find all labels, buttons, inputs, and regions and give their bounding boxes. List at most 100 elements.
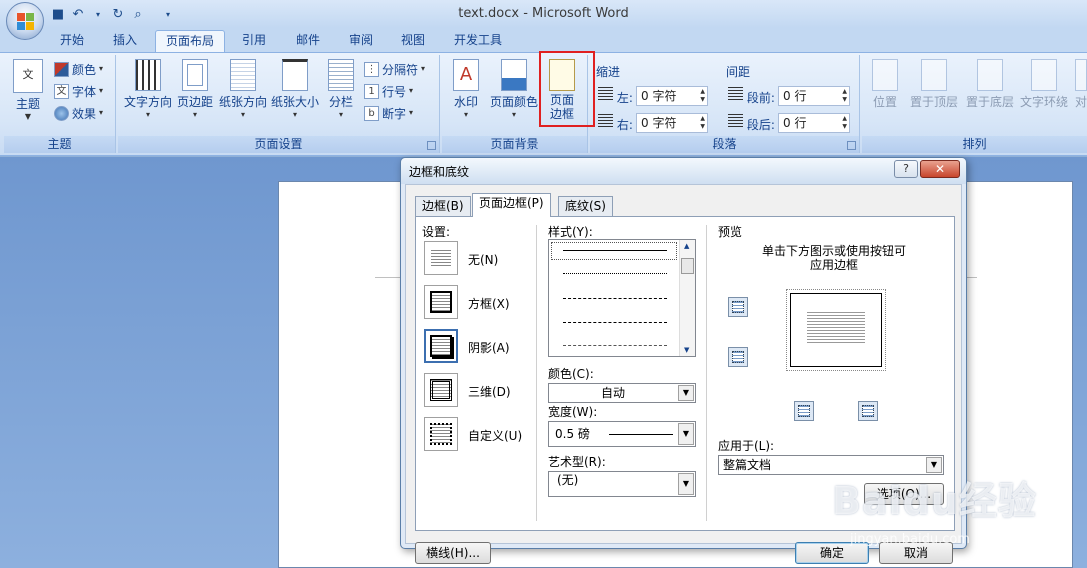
indent-right-label: 右: (598, 114, 633, 133)
top-border-button[interactable] (728, 297, 748, 317)
help-button[interactable]: ? (894, 160, 918, 178)
width-label: 宽度(W): (548, 405, 598, 419)
group-arrange: 位置 置于顶层 置于底层 文字环绕 对 排列 (862, 55, 1087, 153)
chevron-down-icon[interactable]: ▼ (678, 473, 694, 495)
setting-none-label[interactable]: 无(N) (468, 251, 498, 268)
watermark-button[interactable]: A 水印 ▾ (448, 59, 484, 120)
themes-icon: 文 (13, 59, 43, 93)
right-border-button[interactable] (858, 401, 878, 421)
setting-none-icon[interactable] (424, 241, 458, 275)
office-logo-icon (17, 13, 34, 30)
style-dotted[interactable] (563, 273, 667, 274)
art-value: (无) (557, 473, 579, 487)
spacing-after-label: 段后: (728, 114, 775, 133)
theme-colors-button[interactable]: 颜色 ▾ (54, 59, 103, 79)
line-style-list[interactable]: ▲ ▼ (548, 239, 696, 357)
tab-page-border[interactable]: 页面边框(P) (472, 193, 551, 217)
indent-left-label: 左: (598, 87, 633, 106)
style-dashed[interactable] (563, 322, 667, 323)
chevron-down-icon: ▾ (511, 110, 516, 119)
theme-effects-button[interactable]: 效果 ▾ (54, 103, 103, 123)
tab-insert[interactable]: 插入 (103, 30, 147, 52)
tab-page-layout[interactable]: 页面布局 (155, 30, 226, 52)
style-label: 样式(Y): (548, 225, 593, 239)
setting-custom-icon[interactable] (424, 417, 458, 451)
hyphenation-icon: b (364, 105, 379, 121)
send-to-back-button[interactable]: 置于底层 (964, 59, 1016, 110)
tab-home[interactable]: 开始 (50, 30, 94, 52)
breaks-button[interactable]: ⋮ 分隔符 ▾ (364, 59, 425, 79)
group-label-arrange: 排列 (862, 136, 1087, 153)
columns-button[interactable]: 分栏 ▾ (324, 59, 358, 120)
top-border-icon (732, 301, 744, 313)
close-button[interactable]: ✕ (920, 160, 960, 178)
chevron-down-icon[interactable]: ▼ (678, 423, 694, 445)
text-wrapping-button[interactable]: 文字环绕 (1018, 59, 1070, 110)
position-button[interactable]: 位置 (870, 59, 900, 110)
chevron-down-icon: ▾ (192, 110, 197, 119)
color-select[interactable]: 自动 ▼ (548, 383, 696, 403)
paragraph-launcher-icon[interactable] (847, 141, 856, 150)
horizontal-line-button[interactable]: 横线(H)... (415, 542, 491, 564)
page-color-button[interactable]: 页面颜色 ▾ (488, 59, 540, 120)
left-border-button[interactable] (794, 401, 814, 421)
art-select[interactable]: (无) ▼ (548, 471, 696, 497)
tab-developer[interactable]: 开发工具 (444, 30, 512, 52)
tab-view[interactable]: 视图 (391, 30, 435, 52)
margins-label: 页边距 (176, 95, 213, 109)
office-button[interactable] (6, 2, 44, 40)
scroll-thumb[interactable] (681, 258, 694, 274)
align-button[interactable]: 对 (1074, 59, 1087, 110)
send-to-back-icon (977, 59, 1003, 91)
spacing-after-input[interactable]: 0 行 (778, 113, 850, 133)
style-solid[interactable] (563, 250, 667, 251)
hyphenation-button[interactable]: b 断字 ▾ (364, 103, 413, 123)
indent-right-input[interactable]: 0 字符 (636, 113, 708, 133)
page-setup-launcher-icon[interactable] (427, 141, 436, 150)
chevron-down-icon: ▾ (99, 64, 104, 73)
chevron-down-icon: ▾ (338, 110, 343, 119)
orientation-button[interactable]: 纸张方向 ▾ (218, 59, 268, 120)
scroll-up-icon[interactable]: ▲ (684, 242, 689, 250)
setting-3d-label[interactable]: 三维(D) (468, 383, 511, 400)
style-fine-dashed[interactable] (563, 298, 667, 299)
tab-borders[interactable]: 边框(B) (415, 196, 471, 216)
bring-to-front-button[interactable]: 置于顶层 (908, 59, 960, 110)
theme-fonts-button[interactable]: 文 字体 ▾ (54, 81, 103, 101)
tab-references[interactable]: 引用 (232, 30, 276, 52)
text-direction-icon (135, 59, 161, 91)
spacing-before-input[interactable]: 0 行 (778, 86, 850, 106)
setting-box-label[interactable]: 方框(X) (468, 295, 510, 312)
width-select[interactable]: 0.5 磅 ▼ (548, 421, 696, 447)
tab-review[interactable]: 审阅 (339, 30, 383, 52)
tab-mailings[interactable]: 邮件 (286, 30, 330, 52)
bottom-border-button[interactable] (728, 347, 748, 367)
paper-size-button[interactable]: 纸张大小 ▾ (270, 59, 320, 120)
setting-box-icon[interactable] (424, 285, 458, 319)
window-title: text.docx - Microsoft Word (458, 6, 629, 21)
indent-left-icon (598, 87, 613, 102)
setting-shadow-icon[interactable] (424, 329, 458, 363)
chevron-down-icon[interactable]: ▼ (678, 385, 694, 401)
themes-button[interactable]: 文 主题 ▼ (10, 59, 46, 122)
apply-to-label: 应用于(L): (718, 439, 775, 453)
setting-3d-icon[interactable] (424, 373, 458, 407)
style-dash-dot[interactable] (563, 345, 667, 346)
style-list-scrollbar[interactable]: ▲ ▼ (679, 240, 695, 356)
right-border-icon (862, 405, 874, 417)
text-direction-button[interactable]: 文字方向 ▾ (122, 59, 174, 120)
art-label: 艺术型(R): (548, 455, 606, 469)
page-color-icon (501, 59, 527, 91)
scroll-down-icon[interactable]: ▼ (684, 346, 689, 354)
margins-button[interactable]: 页边距 ▾ (176, 59, 214, 120)
tab-shading[interactable]: 底纹(S) (558, 196, 613, 216)
group-label-page-setup: 页面设置 (118, 136, 439, 153)
dialog-title-bar[interactable]: 边框和底纹 ? ✕ (401, 158, 966, 184)
indent-left-input[interactable]: 0 字符 (636, 86, 708, 106)
setting-shadow-label[interactable]: 阴影(A) (468, 339, 510, 356)
line-numbers-button[interactable]: 1 行号 ▾ (364, 81, 413, 101)
themes-label: 主题 (15, 97, 40, 111)
text-direction-label: 文字方向 (123, 95, 172, 109)
setting-custom-label[interactable]: 自定义(U) (468, 427, 522, 444)
text-wrapping-icon (1031, 59, 1057, 91)
